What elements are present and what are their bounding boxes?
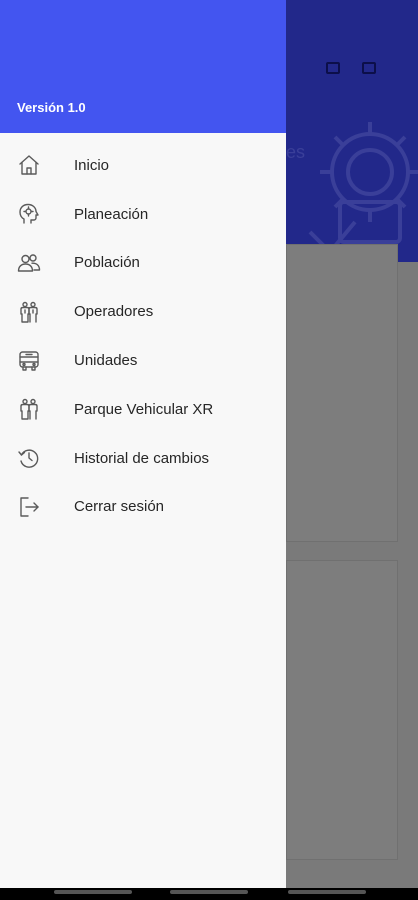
menu-item-label: Inicio (74, 156, 110, 174)
gear-illustration-icon (308, 122, 418, 255)
menu-item-operadores[interactable]: Operadores (0, 287, 286, 336)
home-icon (0, 153, 74, 177)
brain-gear-icon (0, 202, 74, 226)
menu-item-parque-vehicular-xr[interactable]: Parque Vehicular XR (0, 385, 286, 434)
logout-icon (0, 495, 74, 519)
menu-item-label: Operadores (74, 303, 154, 321)
vehicle-fleet-icon (0, 397, 74, 421)
background-status-icons (290, 54, 418, 84)
background-card (286, 560, 398, 860)
menu-item-planeacion[interactable]: Planeación (0, 190, 286, 239)
menu-item-inicio[interactable]: Inicio (0, 141, 286, 190)
nav-home-indicator[interactable] (170, 890, 248, 894)
navigation-drawer: Versión 1.0 Inicio Planeación Población … (0, 0, 286, 888)
status-icon (326, 62, 340, 74)
history-icon (0, 446, 74, 470)
menu-item-label: Población (74, 254, 140, 272)
drawer-header: Versión 1.0 (0, 0, 286, 133)
version-label: Versión 1.0 (17, 100, 86, 115)
menu-item-poblacion[interactable]: Población (0, 239, 286, 288)
menu-item-label: Unidades (74, 352, 138, 370)
menu-item-label: Planeación (74, 205, 149, 223)
menu-item-cerrar-sesion[interactable]: Cerrar sesión (0, 483, 286, 532)
menu-item-historial-de-cambios[interactable]: Historial de cambios (0, 434, 286, 483)
menu-item-label: Parque Vehicular XR (74, 400, 214, 418)
drawer-menu: Inicio Planeación Población Operadores U… (0, 133, 286, 531)
menu-item-unidades[interactable]: Unidades (0, 336, 286, 385)
background-card (286, 244, 398, 542)
nav-recents-indicator[interactable] (54, 890, 132, 894)
status-icon (362, 62, 376, 74)
bus-icon (0, 349, 74, 373)
operators-icon (0, 300, 74, 324)
system-navigation-bar (0, 888, 418, 900)
nav-back-indicator[interactable] (288, 890, 366, 894)
menu-item-label: Historial de cambios (74, 449, 210, 467)
menu-item-label: Cerrar sesión (74, 498, 165, 516)
people-icon (0, 251, 74, 275)
